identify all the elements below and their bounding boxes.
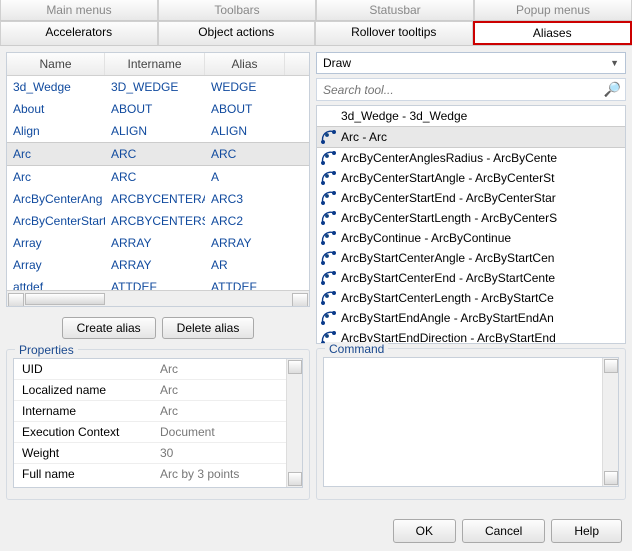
cancel-button[interactable]: Cancel	[462, 519, 545, 543]
alias-row[interactable]: AlignALIGNALIGN	[7, 120, 309, 142]
tab-rollover-tooltips[interactable]: Rollover tooltips	[315, 21, 473, 45]
alias-row[interactable]: ArrayARRAYARRAY	[7, 232, 309, 254]
command-legend: Command	[325, 342, 388, 356]
property-row[interactable]: Full nameArc by 3 points	[14, 464, 286, 484]
alias-row[interactable]: ArcARCARC	[7, 142, 309, 166]
tab-object-actions[interactable]: Object actions	[158, 21, 316, 45]
tab-row-1: Main menus Toolbars Statusbar Popup menu…	[0, 0, 632, 21]
tool-item-label: ArcByStartCenterAngle - ArcByStartCen	[341, 251, 554, 265]
tool-item[interactable]: ArcByCenterStartEnd - ArcByCenterStar	[317, 188, 625, 208]
properties-legend: Properties	[15, 343, 78, 357]
tool-item-label: Arc - Arc	[341, 130, 387, 144]
alias-row[interactable]: ArcByCenterStartARCBYCENTERSTARC2	[7, 210, 309, 232]
alias-table-header: Name Intername Alias	[7, 53, 309, 76]
tool-item[interactable]: Arc - Arc	[317, 126, 625, 148]
property-row[interactable]: UIDArc	[14, 359, 286, 380]
tab-main-menus[interactable]: Main menus	[0, 0, 158, 20]
footer: OK Cancel Help	[393, 519, 622, 543]
property-row[interactable]: Execution ContextDocument	[14, 422, 286, 443]
main-content: Name Intername Alias 3d_Wedge3D_WEDGEWED…	[0, 46, 632, 506]
tool-item[interactable]: ArcByStartEndAngle - ArcByStartEndAn	[317, 308, 625, 328]
tool-item[interactable]: 3d_Wedge - 3d_Wedge	[317, 106, 625, 126]
tool-item-label: ArcByCenterStartEnd - ArcByCenterStar	[341, 191, 556, 205]
tool-item[interactable]: ArcByStartCenterEnd - ArcByStartCente	[317, 268, 625, 288]
properties-table: UIDArcLocalized nameArcInternameArcExecu…	[13, 358, 303, 488]
tool-item-label: ArcByStartCenterEnd - ArcByStartCente	[341, 271, 555, 285]
category-combo[interactable]: Draw ▼	[316, 52, 626, 74]
search-row: 🔎	[316, 78, 626, 101]
help-button[interactable]: Help	[551, 519, 622, 543]
alias-table-body: 3d_Wedge3D_WEDGEWEDGEAboutABOUTABOUTAlig…	[7, 76, 309, 290]
command-vscroll[interactable]	[602, 358, 618, 486]
tool-item-label: ArcByStartEndAngle - ArcByStartEndAn	[341, 311, 554, 325]
properties-group: Properties UIDArcLocalized nameArcIntern…	[6, 349, 310, 500]
tool-item-label: ArcByCenterAnglesRadius - ArcByCente	[341, 151, 557, 165]
property-row[interactable]: InternameArc	[14, 401, 286, 422]
category-combo-value: Draw	[323, 56, 351, 70]
alias-row[interactable]: ArcByCenterAngARCBYCENTERAIARC3	[7, 188, 309, 210]
tab-row-2: Accelerators Object actions Rollover too…	[0, 21, 632, 46]
tool-item-label: ArcByStartCenterLength - ArcByStartCe	[341, 291, 554, 305]
alias-row[interactable]: ArrayARRAYAR	[7, 254, 309, 276]
search-input[interactable]	[321, 82, 600, 98]
tool-item[interactable]: ArcByStartCenterLength - ArcByStartCe	[317, 288, 625, 308]
tool-item[interactable]: ArcByStartCenterAngle - ArcByStartCen	[317, 248, 625, 268]
binoculars-icon[interactable]: 🔎	[604, 81, 621, 98]
col-alias[interactable]: Alias	[205, 53, 285, 75]
tool-item[interactable]: ArcByCenterStartAngle - ArcByCenterSt	[317, 168, 625, 188]
create-alias-button[interactable]: Create alias	[62, 317, 156, 339]
alias-row[interactable]: AboutABOUTABOUT	[7, 98, 309, 120]
tab-accelerators[interactable]: Accelerators	[0, 21, 158, 45]
tab-aliases[interactable]: Aliases	[473, 21, 632, 45]
right-column: Draw ▼ 🔎 3d_Wedge - 3d_Wedge Arc - Arc Arc…	[316, 52, 626, 500]
alias-row[interactable]: ArcARCA	[7, 166, 309, 188]
left-column: Name Intername Alias 3d_Wedge3D_WEDGEWED…	[6, 52, 310, 500]
col-name[interactable]: Name	[7, 53, 105, 75]
property-row[interactable]: Weight30	[14, 443, 286, 464]
property-row[interactable]: Localized nameArc	[14, 380, 286, 401]
chevron-down-icon: ▼	[610, 58, 619, 68]
command-preview	[323, 357, 619, 487]
tool-item-label: 3d_Wedge - 3d_Wedge	[341, 109, 467, 123]
tool-list: 3d_Wedge - 3d_Wedge Arc - Arc ArcByCenterA…	[316, 105, 626, 344]
delete-alias-button[interactable]: Delete alias	[162, 317, 255, 339]
tool-item-label: ArcByCenterStartLength - ArcByCenterS	[341, 211, 557, 225]
tool-item[interactable]: ArcByContinue - ArcByContinue	[317, 228, 625, 248]
tool-item[interactable]: ArcByCenterAnglesRadius - ArcByCente	[317, 148, 625, 168]
alias-button-row: Create alias Delete alias	[6, 313, 310, 343]
tool-item-label: ArcByContinue - ArcByContinue	[341, 231, 511, 245]
properties-vscroll[interactable]	[286, 359, 302, 487]
alias-row[interactable]: 3d_Wedge3D_WEDGEWEDGE	[7, 76, 309, 98]
tool-item[interactable]: ArcByCenterStartLength - ArcByCenterS	[317, 208, 625, 228]
tab-toolbars[interactable]: Toolbars	[158, 0, 316, 20]
alias-table: Name Intername Alias 3d_Wedge3D_WEDGEWED…	[6, 52, 310, 307]
alias-table-hscroll[interactable]	[7, 290, 309, 306]
tab-popup-menus[interactable]: Popup menus	[474, 0, 632, 20]
tab-statusbar[interactable]: Statusbar	[316, 0, 474, 20]
command-group: Command	[316, 348, 626, 500]
tool-item-label: ArcByCenterStartAngle - ArcByCenterSt	[341, 171, 554, 185]
ok-button[interactable]: OK	[393, 519, 456, 543]
col-intername[interactable]: Intername	[105, 53, 205, 75]
alias-row[interactable]: attdefATTDEFATTDEF	[7, 276, 309, 290]
